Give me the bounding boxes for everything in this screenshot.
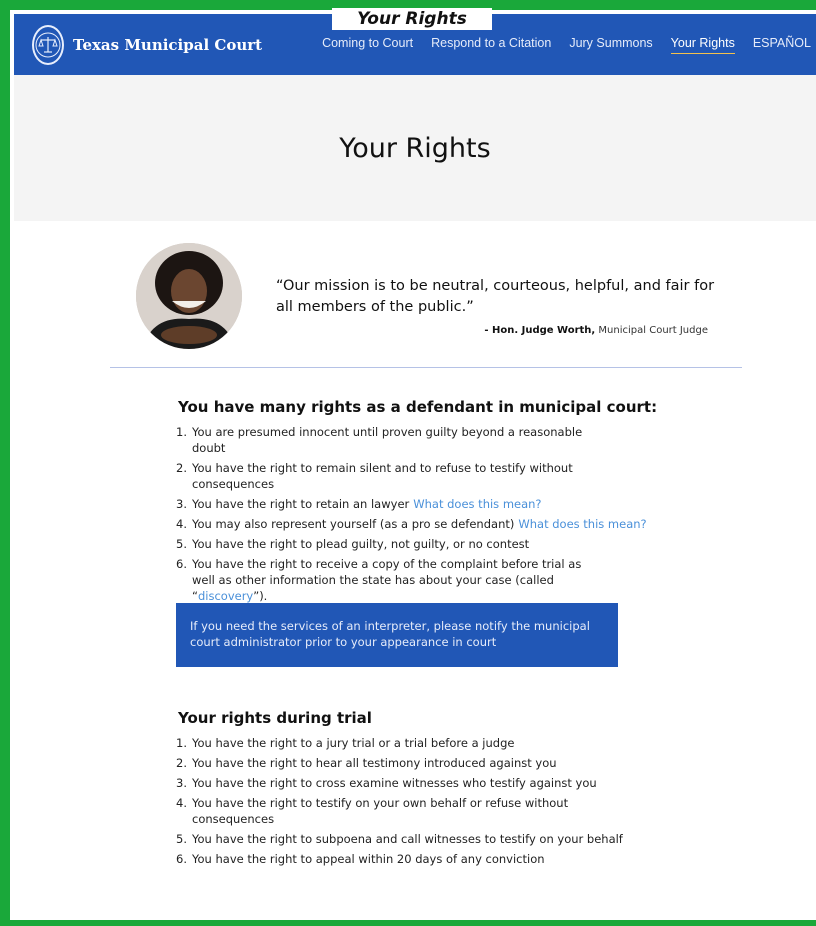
list-item: 3. You have the right to cross examine w… xyxy=(176,776,597,790)
discovery-link[interactable]: discovery xyxy=(198,589,253,603)
trial-rights-list: 1. You have the right to a jury trial or… xyxy=(176,735,662,871)
court-seal-icon[interactable] xyxy=(32,24,64,65)
list-item: 5. You have the right to plead guilty, n… xyxy=(176,537,530,551)
trial-rights-title: Your rights during trial xyxy=(178,709,372,727)
list-item: 3. You have the right to retain an lawye… xyxy=(176,497,542,511)
interpreter-notice: If you need the services of an interpret… xyxy=(176,603,618,667)
list-item: 1. You have the right to a jury trial or… xyxy=(176,736,515,750)
list-item: 4. You may also represent yourself (as a… xyxy=(176,517,647,531)
page-title: Your Rights xyxy=(339,132,491,164)
list-item: 6. You have the right to receive a copy … xyxy=(176,557,582,603)
list-item: 1. You are presumed innocent until prove… xyxy=(176,425,583,455)
mission-quote: “Our mission is to be neutral, courteous… xyxy=(276,278,715,315)
judge-name: - Hon. Judge Worth, xyxy=(484,325,596,336)
defendant-rights-title: You have many rights as a defendant in m… xyxy=(178,398,658,416)
page-label: Your Rights xyxy=(332,8,492,30)
list-item: 6. You have the right to appeal within 2… xyxy=(176,852,545,866)
nav-your-rights[interactable]: Your Rights xyxy=(670,36,735,54)
list-item: 5. You have the right to subpoena and ca… xyxy=(176,832,623,846)
nav-jury-summons[interactable]: Jury Summons xyxy=(569,36,652,54)
main-nav: Coming to Court Respond to a Citation Ju… xyxy=(322,36,816,54)
list-item: 2. You have the right to remain silent a… xyxy=(176,461,573,491)
section-divider xyxy=(110,367,742,368)
scales-of-justice-icon xyxy=(35,32,61,57)
quote-attribution: - Hon. Judge Worth, Municipal Court Judg… xyxy=(440,325,708,336)
portrait-image xyxy=(136,243,242,349)
nav-coming-to-court[interactable]: Coming to Court xyxy=(322,36,413,54)
judge-portrait xyxy=(136,243,242,349)
what-does-this-mean-link-lawyer[interactable]: What does this mean? xyxy=(413,497,541,511)
what-does-this-mean-link-pro-se[interactable]: What does this mean? xyxy=(518,517,646,531)
list-item: 4. You have the right to testify on your… xyxy=(176,796,569,826)
hero-banner: Your Rights xyxy=(14,75,816,221)
nav-respond-to-citation[interactable]: Respond to a Citation xyxy=(431,36,551,54)
defendant-rights-list: 1. You are presumed innocent until prove… xyxy=(176,424,692,608)
judge-role: Municipal Court Judge xyxy=(598,325,708,336)
list-item: 2. You have the right to hear all testim… xyxy=(176,756,557,770)
brand-name[interactable]: Texas Municipal Court xyxy=(73,36,262,54)
nav-espanol[interactable]: ESPAÑOL xyxy=(753,36,811,54)
